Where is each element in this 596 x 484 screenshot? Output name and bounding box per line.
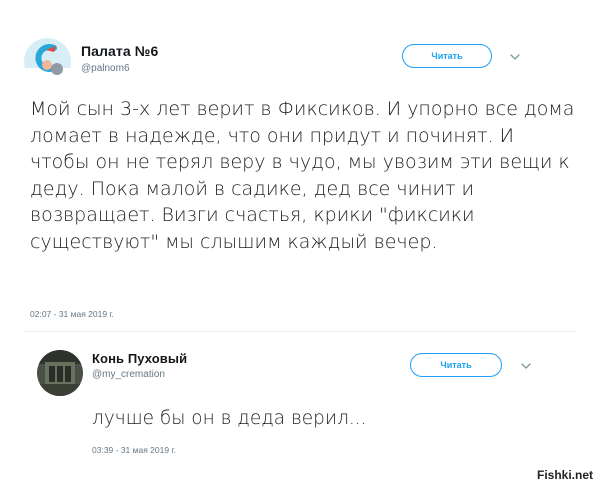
divider: [24, 331, 576, 332]
avatar[interactable]: [37, 350, 83, 396]
avatar-image: [37, 350, 83, 396]
tweet-text: Мой сын 3-х лет верит в Фиксиков. И упор…: [30, 98, 575, 253]
tweet-card: Палата №6 @palnom6 Читать Мой сын 3-х ле…: [0, 0, 596, 333]
reply-card: Конь Пуховый @my_cremation Читать лучше …: [0, 333, 596, 484]
author-name[interactable]: Конь Пуховый: [92, 351, 187, 366]
avatar[interactable]: [24, 38, 71, 85]
tweet-timestamp[interactable]: 03:39 - 31 мая 2019 г.: [92, 445, 176, 455]
follow-button[interactable]: Читать: [402, 44, 492, 68]
author-name[interactable]: Палата №6: [81, 43, 158, 59]
author-handle[interactable]: @my_cremation: [92, 369, 165, 380]
tweet-timestamp[interactable]: 02:07 - 31 мая 2019 г.: [30, 309, 114, 319]
follow-button[interactable]: Читать: [410, 353, 502, 377]
avatar-image: [24, 38, 71, 85]
chevron-down-icon[interactable]: [508, 50, 522, 64]
tweet-text: лучше бы он в деда верил...: [92, 408, 367, 429]
author-handle[interactable]: @palnom6: [81, 63, 130, 74]
chevron-down-icon[interactable]: [519, 359, 533, 373]
watermark: Fishki.net: [536, 468, 593, 482]
